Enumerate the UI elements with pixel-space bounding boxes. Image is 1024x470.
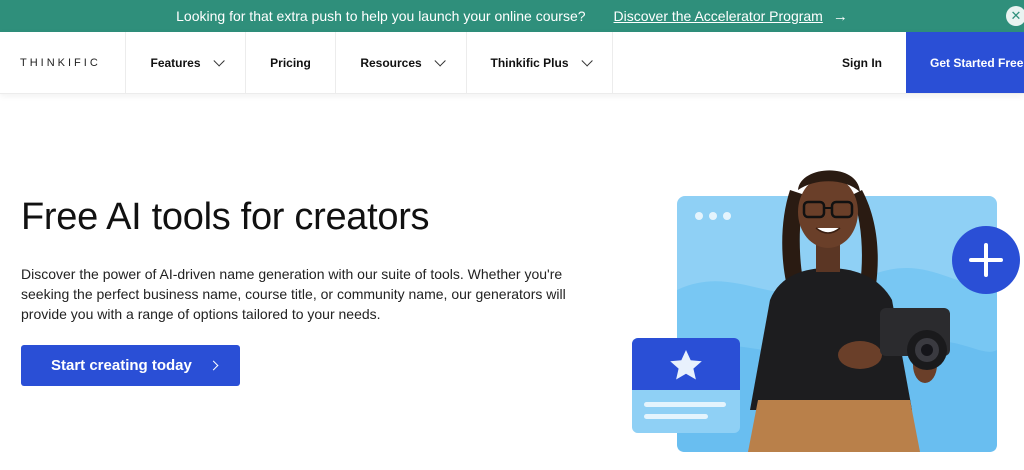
nav-item-label: Thinkific Plus [490,55,569,70]
plus-circle-icon [952,226,1020,294]
accelerator-program-link[interactable]: Discover the Accelerator Program [614,8,823,24]
start-creating-button[interactable]: Start creating today [21,345,240,386]
main-nav: THINKIFIC Features Pricing Resources Thi… [0,32,1024,94]
close-icon[interactable]: ✕ [1006,6,1024,26]
nav-item-pricing[interactable]: Pricing [246,32,336,93]
chevron-down-icon [580,54,593,67]
sign-in-link[interactable]: Sign In [842,32,906,93]
nav-item-features[interactable]: Features [126,32,246,93]
thinkific-logo[interactable]: THINKIFIC [0,32,126,93]
nav-item-label: Pricing [270,55,311,70]
page-title: Free AI tools for creators [21,196,430,238]
chevron-down-icon [212,54,225,67]
star-card-graphic [632,338,740,433]
hero-description: Discover the power of AI-driven name gen… [21,266,566,322]
chevron-right-icon [208,360,219,371]
nav-item-label: Features [150,55,201,70]
hero-illustration [632,170,1020,452]
chevron-down-icon [434,54,446,67]
announcement-banner: Looking for that extra push to help you … [0,0,1024,32]
banner-message: Looking for that extra push to help you … [176,8,586,24]
arrow-right-icon[interactable]: → [833,8,848,25]
nav-item-thinkific-plus[interactable]: Thinkific Plus [467,32,613,93]
start-creating-label: Start creating today [51,357,192,374]
nav-item-label: Resources [360,55,422,70]
nav-item-resources[interactable]: Resources [336,32,467,93]
get-started-free-button[interactable]: Get Started Free [906,32,1024,93]
